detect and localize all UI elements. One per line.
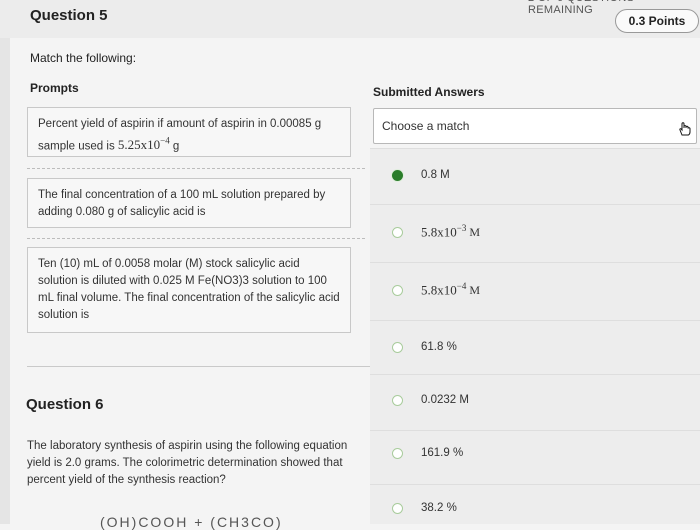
question-6-line: yield is 2.0 grams. The colorimetric det… <box>27 457 343 469</box>
option-label: 0.0232 M <box>421 394 469 406</box>
option-unit: M <box>469 282 480 297</box>
answer-option-5[interactable]: 0.0232 M <box>392 390 469 410</box>
option-label: 5.8x10−4 <box>421 281 467 298</box>
question-6-text: The laboratory synthesis of aspirin usin… <box>27 438 368 489</box>
option-divider <box>370 484 700 485</box>
points-badge: 0.3 Points <box>615 9 699 33</box>
chemical-equation-partial: (OH)COOH + (CH3CO) <box>100 514 283 530</box>
option-unit: M <box>469 224 480 239</box>
question-6-line: The laboratory synthesis of aspirin usin… <box>27 440 348 452</box>
answer-options-panel <box>370 148 700 524</box>
option-divider <box>370 262 700 263</box>
question-divider <box>27 366 370 367</box>
prompt-item-3[interactable]: Ten (10) mL of 0.0058 molar (M) stock sa… <box>27 247 351 333</box>
prompt-unit: g <box>169 140 180 153</box>
radio-button[interactable] <box>392 394 403 406</box>
answer-option-1[interactable]: 0.8 M <box>392 165 450 185</box>
option-divider <box>370 320 700 321</box>
prompt-item-1[interactable]: Percent yield of aspirin if amount of as… <box>27 107 351 157</box>
option-divider <box>370 374 700 375</box>
answer-option-2[interactable]: 5.8x10−3 M <box>392 222 480 242</box>
prompts-heading: Prompts <box>30 81 79 95</box>
submitted-answers-heading: Submitted Answers <box>373 85 485 99</box>
prompt-text: The final concentration of a 100 mL solu… <box>38 189 326 218</box>
option-label: 161.9 % <box>421 447 464 459</box>
left-margin <box>0 38 10 524</box>
option-label: 0.8 M <box>421 169 450 181</box>
radio-button[interactable] <box>392 447 403 459</box>
option-divider <box>370 148 700 149</box>
question-6-line: percent yield of the synthesis reaction? <box>27 474 226 486</box>
radio-button[interactable] <box>392 284 403 296</box>
radio-button[interactable] <box>392 341 403 353</box>
answer-option-4[interactable]: 61.8 % <box>392 337 457 357</box>
radio-button[interactable] <box>392 226 403 238</box>
option-divider <box>370 204 700 205</box>
option-label: 38.2 % <box>421 502 457 514</box>
radio-selected[interactable] <box>392 169 403 181</box>
question-title: Question 5 <box>30 7 108 24</box>
prompt-divider <box>27 238 365 239</box>
question-6-title: Question 6 <box>26 396 104 413</box>
scientific-value: 5.25x10−4 <box>117 136 170 153</box>
answer-option-6[interactable]: 161.9 % <box>392 443 463 463</box>
prompt-text: Percent yield of aspirin if amount of as… <box>38 118 322 153</box>
radio-button[interactable] <box>392 502 403 514</box>
choose-match-dropdown[interactable]: Choose a match <box>373 108 697 144</box>
option-label: 61.8 % <box>421 341 457 353</box>
option-label: 5.8x10−3 <box>421 223 467 240</box>
prompt-text: Ten (10) mL of 0.0058 molar (M) stock sa… <box>38 258 340 321</box>
dropdown-placeholder: Choose a match <box>382 119 470 133</box>
prompt-item-2[interactable]: The final concentration of a 100 mL solu… <box>27 178 351 228</box>
pointer-hand-icon <box>677 121 693 142</box>
option-divider <box>370 430 700 431</box>
answer-option-7[interactable]: 38.2 % <box>392 498 457 518</box>
answer-option-3[interactable]: 5.8x10−4 M <box>392 280 480 300</box>
question-instruction: Match the following: <box>30 51 137 65</box>
prompt-divider <box>27 168 365 169</box>
